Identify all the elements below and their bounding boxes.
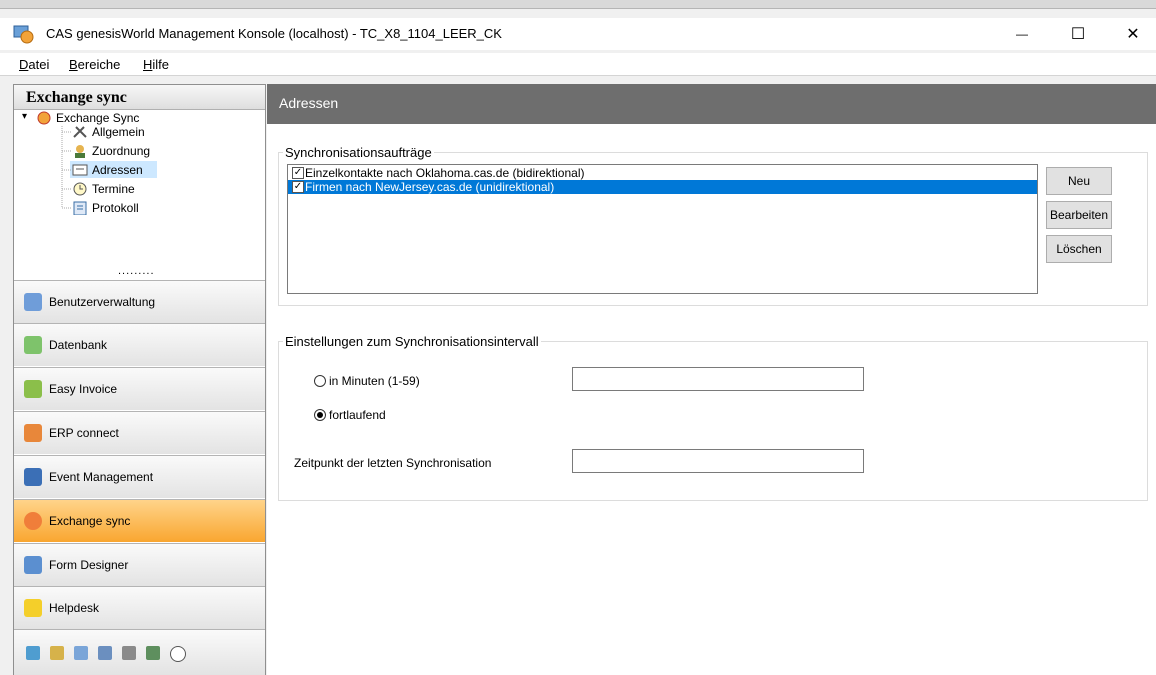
- nav-label: ERP connect: [49, 426, 119, 440]
- menu-hilfe[interactable]: Hilfe: [143, 57, 169, 72]
- tree-item-allgemein[interactable]: Allgemein: [92, 125, 145, 139]
- list-item-label: Einzelkontakte nach Oklahoma.cas.de (bid…: [305, 166, 585, 180]
- nav-helpdesk[interactable]: Helpdesk: [14, 586, 265, 629]
- menu-bereiche[interactable]: Bereiche: [69, 57, 120, 72]
- tree-item-adressen[interactable]: Adressen: [92, 163, 143, 177]
- page-header: Adressen: [267, 84, 1156, 124]
- list-item-selected[interactable]: ✓ Firmen nach NewJersey.cas.de (unidirek…: [288, 180, 1037, 194]
- radio-continuous[interactable]: [314, 409, 326, 421]
- nav-benutzerverwaltung[interactable]: Benutzerverwaltung: [14, 280, 265, 323]
- tools-icon[interactable]: [122, 646, 136, 660]
- window-title: CAS genesisWorld Management Konsole (loc…: [46, 26, 502, 41]
- nav-title: Exchange sync: [26, 89, 127, 106]
- nav-erp-connect[interactable]: ERP connect: [14, 411, 265, 454]
- nav-label: Exchange sync: [49, 514, 131, 528]
- tree-item-zuordnung[interactable]: Zuordnung: [92, 144, 150, 158]
- nav-label: Form Designer: [49, 558, 129, 572]
- content-panel: Adressen Synchronisationsaufträge ✓ Einz…: [267, 84, 1156, 675]
- erp-icon: [24, 424, 42, 442]
- interval-legend: Einstellungen zum Synchronisationsinterv…: [285, 334, 539, 349]
- radio-minutes[interactable]: [314, 375, 326, 387]
- event-icon: [24, 468, 42, 486]
- tree-lines: [61, 126, 72, 209]
- list-item-label: Firmen nach NewJersey.cas.de (unidirekti…: [305, 180, 555, 194]
- nav-label: Event Management: [49, 470, 154, 484]
- last-sync-label: Zeitpunkt der letzten Synchronisation: [294, 456, 492, 470]
- helpdesk-icon: [24, 599, 42, 617]
- interval-group: Einstellungen zum Synchronisationsinterv…: [278, 334, 1148, 501]
- page-title: Adressen: [279, 95, 339, 111]
- edit-button[interactable]: Bearbeiten: [1046, 201, 1112, 229]
- last-sync-field[interactable]: [572, 449, 864, 473]
- delete-button[interactable]: Löschen: [1046, 235, 1112, 263]
- checkbox[interactable]: ✓: [292, 167, 304, 179]
- nav-form-designer[interactable]: Form Designer: [14, 543, 265, 586]
- maximize-icon: ☐: [1070, 26, 1086, 43]
- nav-overflow-icons: [14, 629, 265, 675]
- window-top-edge: [0, 0, 1156, 9]
- sync-jobs-group: Synchronisationsaufträge ✓ Einzelkontakt…: [278, 145, 1148, 306]
- radio-minutes-label[interactable]: in Minuten (1-59): [329, 374, 420, 388]
- nav-event-management[interactable]: Event Management: [14, 455, 265, 498]
- mail-icon[interactable]: [26, 646, 40, 660]
- sync-jobs-list[interactable]: ✓ Einzelkontakte nach Oklahoma.cas.de (b…: [287, 164, 1038, 294]
- form-icon: [24, 556, 42, 574]
- database-icon: [24, 336, 42, 354]
- minimize-button[interactable]: —: [999, 18, 1045, 50]
- nav-easy-invoice[interactable]: Easy Invoice: [14, 367, 265, 410]
- nav-label: Datenbank: [49, 338, 108, 352]
- close-icon: ✕: [1126, 26, 1140, 43]
- nav-label: Easy Invoice: [49, 382, 118, 396]
- timer-icon[interactable]: [170, 646, 186, 662]
- splitter-grip[interactable]: .........: [118, 265, 155, 277]
- document-icon[interactable]: [50, 646, 64, 660]
- maximize-button[interactable]: ☐: [1055, 18, 1101, 50]
- minimize-icon: —: [1016, 27, 1028, 41]
- tree-item-protokoll[interactable]: Protokoll: [92, 201, 139, 215]
- menu-datei[interactable]: Datei: [19, 57, 49, 72]
- nav-datenbank[interactable]: Datenbank: [14, 323, 265, 366]
- exchange-icon: [24, 512, 42, 530]
- nav-exchange-sync[interactable]: Exchange sync: [14, 499, 265, 542]
- nav-label: Benutzerverwaltung: [49, 295, 156, 309]
- nav-tree: ▾ Exchange Sync Allgemein Zuordnung Adre…: [14, 110, 265, 270]
- users-icon: [24, 293, 42, 311]
- close-button[interactable]: ✕: [1110, 18, 1156, 50]
- menu-bar: Datei Bereiche Hilfe: [0, 53, 1156, 76]
- new-button[interactable]: Neu: [1046, 167, 1112, 195]
- minutes-input[interactable]: [572, 367, 864, 391]
- list-item[interactable]: ✓ Einzelkontakte nach Oklahoma.cas.de (b…: [288, 166, 1037, 180]
- app-icon: [13, 24, 35, 44]
- sync-jobs-legend: Synchronisationsaufträge: [285, 145, 432, 160]
- server-icon[interactable]: [98, 646, 112, 660]
- checkbox[interactable]: ✓: [292, 181, 304, 193]
- list-icon[interactable]: [146, 646, 160, 660]
- report-icon[interactable]: [74, 646, 88, 660]
- radio-continuous-label[interactable]: fortlaufend: [329, 408, 386, 422]
- nav-header: Exchange sync: [14, 85, 265, 110]
- invoice-icon: [24, 380, 42, 398]
- nav-label: Helpdesk: [49, 601, 100, 615]
- navigation-panel: Exchange sync ▾ Exchange Sync Allgemein …: [13, 84, 266, 675]
- tree-item-termine[interactable]: Termine: [92, 182, 135, 196]
